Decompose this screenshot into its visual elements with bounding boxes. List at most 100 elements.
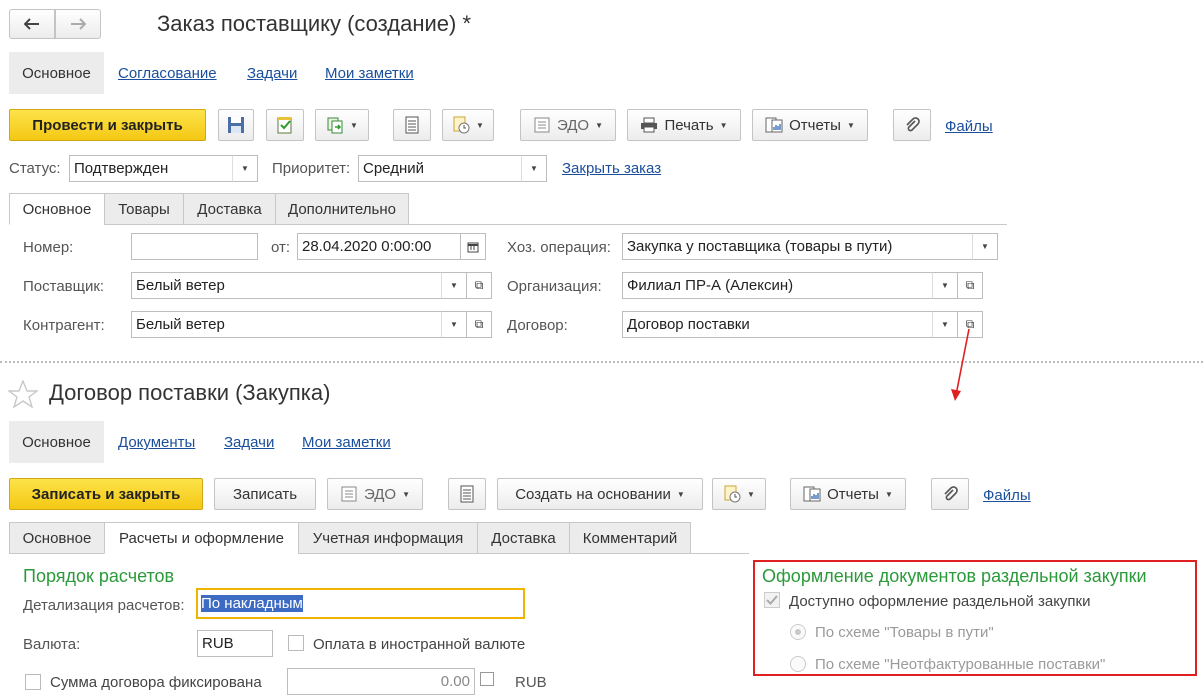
attach-button[interactable] [893,109,931,141]
detail-selected-text: По накладным [201,595,303,612]
save-button[interactable] [218,109,254,141]
list-button[interactable] [393,109,431,141]
nav-main-2[interactable]: Основное [9,421,104,463]
number-input[interactable] [131,233,258,260]
create-based-on-button[interactable]: ▼ [315,109,369,141]
post-and-close-button[interactable]: Провести и закрыть [9,109,206,141]
reports-label: Отчеты [789,116,841,134]
chevron-down-icon: ▼ [476,120,484,130]
chevron-down-icon: ▼ [530,164,538,173]
tab-goods[interactable]: Товары [104,193,184,225]
calendar-button[interactable] [460,233,486,260]
back-button[interactable] [9,9,55,39]
counterparty-dropdown[interactable]: ▼ [441,311,467,338]
separate-purchase-checkbox[interactable] [764,592,780,608]
counterparty-open-button[interactable]: ⧉ [466,311,492,338]
post-button[interactable] [266,109,304,141]
nav-tasks[interactable]: Задачи [247,65,297,82]
tab-delivery-2[interactable]: Доставка [477,522,570,554]
counterparty-input[interactable]: Белый ветер [131,311,442,338]
organization-dropdown[interactable]: ▼ [932,272,958,299]
save-and-close-button[interactable]: Записать и закрыть [9,478,203,510]
arrow-right-icon [71,18,86,30]
supplier-input[interactable]: Белый ветер [131,272,442,299]
nav-tasks-2[interactable]: Задачи [224,434,274,451]
radio-dot [795,629,801,635]
floppy-icon [228,117,244,133]
structure-button-2[interactable]: ▼ [712,478,766,510]
edo-button-2[interactable]: ЭДО ▼ [327,478,423,510]
post-and-close-label: Провести и закрыть [32,116,183,134]
checkmark-icon [766,595,778,605]
contract-label: Договор: [507,317,568,334]
open-window-icon: ⧉ [965,278,975,292]
contract-input[interactable]: Договор поставки [622,311,933,338]
priority-dropdown[interactable]: ▼ [521,155,547,182]
paperclip-icon [906,117,920,132]
sum-input[interactable]: 0.00 [287,668,475,695]
calculator-icon[interactable] [480,672,494,686]
detail-select[interactable]: По накладным [196,588,525,619]
operation-select[interactable]: Закупка у поставщика (товары в пути) [622,233,973,260]
tab-accounting[interactable]: Учетная информация [298,522,478,554]
currency-input[interactable]: RUB [197,630,273,657]
foreign-currency-checkbox[interactable] [288,635,304,651]
print-button[interactable]: Печать ▼ [627,109,741,141]
separate-purchase-label: Доступно оформление раздельной закупки [789,593,1091,610]
reports-button[interactable]: Отчеты ▼ [752,109,868,141]
nav-notes[interactable]: Мои заметки [325,65,414,82]
chevron-down-icon: ▼ [941,281,949,290]
attach-button-2[interactable] [931,478,969,510]
create-based-on-button-2[interactable]: Создать на основании ▼ [497,478,703,510]
tab-settlements[interactable]: Расчеты и оформление [104,522,299,554]
chevron-down-icon: ▼ [884,489,893,499]
files-link-2[interactable]: Файлы [983,487,1031,504]
date-input[interactable]: 28.04.2020 0:00:00 [297,233,461,260]
nav-documents[interactable]: Документы [118,434,195,451]
edo-icon [534,117,550,133]
priority-select[interactable]: Средний [358,155,522,182]
edo-button[interactable]: ЭДО ▼ [520,109,616,141]
supplier-dropdown[interactable]: ▼ [441,272,467,299]
calendar-icon [467,242,479,252]
tab-additional[interactable]: Дополнительно [275,193,409,225]
edo-label: ЭДО [556,116,590,134]
scheme-uninvoiced-label: По схеме "Неотфактурованные поставки" [815,656,1106,673]
nav-notes-2[interactable]: Мои заметки [302,434,391,451]
tab-main-2[interactable]: Основное [9,522,105,554]
chevron-down-icon: ▼ [719,120,728,130]
chevron-down-icon: ▼ [676,489,685,499]
structure-button[interactable]: ▼ [442,109,494,141]
chevron-down-icon: ▼ [402,489,411,499]
reports-icon [803,486,821,502]
forward-button[interactable] [55,9,101,39]
list-button-2[interactable] [448,478,486,510]
nav-approval[interactable]: Согласование [118,65,217,82]
fixed-sum-checkbox[interactable] [25,674,41,690]
operation-dropdown[interactable]: ▼ [972,233,998,260]
organization-open-button[interactable]: ⧉ [957,272,983,299]
tab-main[interactable]: Основное [9,193,105,225]
scheme-uninvoiced-radio[interactable] [790,656,806,672]
printer-icon [641,117,658,133]
supplier-open-button[interactable]: ⧉ [466,272,492,299]
close-order-link[interactable]: Закрыть заказ [562,160,661,177]
status-dropdown[interactable]: ▼ [232,155,258,182]
files-link[interactable]: Файлы [945,118,993,135]
tab-comment[interactable]: Комментарий [569,522,691,554]
reports-button-2[interactable]: Отчеты ▼ [790,478,906,510]
tab-delivery[interactable]: Доставка [183,193,276,225]
list-icon [460,485,474,503]
list-icon [405,116,419,134]
organization-label: Организация: [507,278,602,295]
save-record-label: Записать [232,485,298,503]
annotation-arrow [951,328,970,401]
scheme-transit-radio[interactable] [790,624,806,640]
post-document-icon [277,117,292,134]
nav-main[interactable]: Основное [9,52,104,94]
currency-label: Валюта: [23,636,81,653]
status-select[interactable]: Подтвержден [69,155,233,182]
star-icon[interactable] [8,380,38,408]
save-record-button[interactable]: Записать [214,478,316,510]
organization-input[interactable]: Филиал ПР-А (Алексин) [622,272,933,299]
